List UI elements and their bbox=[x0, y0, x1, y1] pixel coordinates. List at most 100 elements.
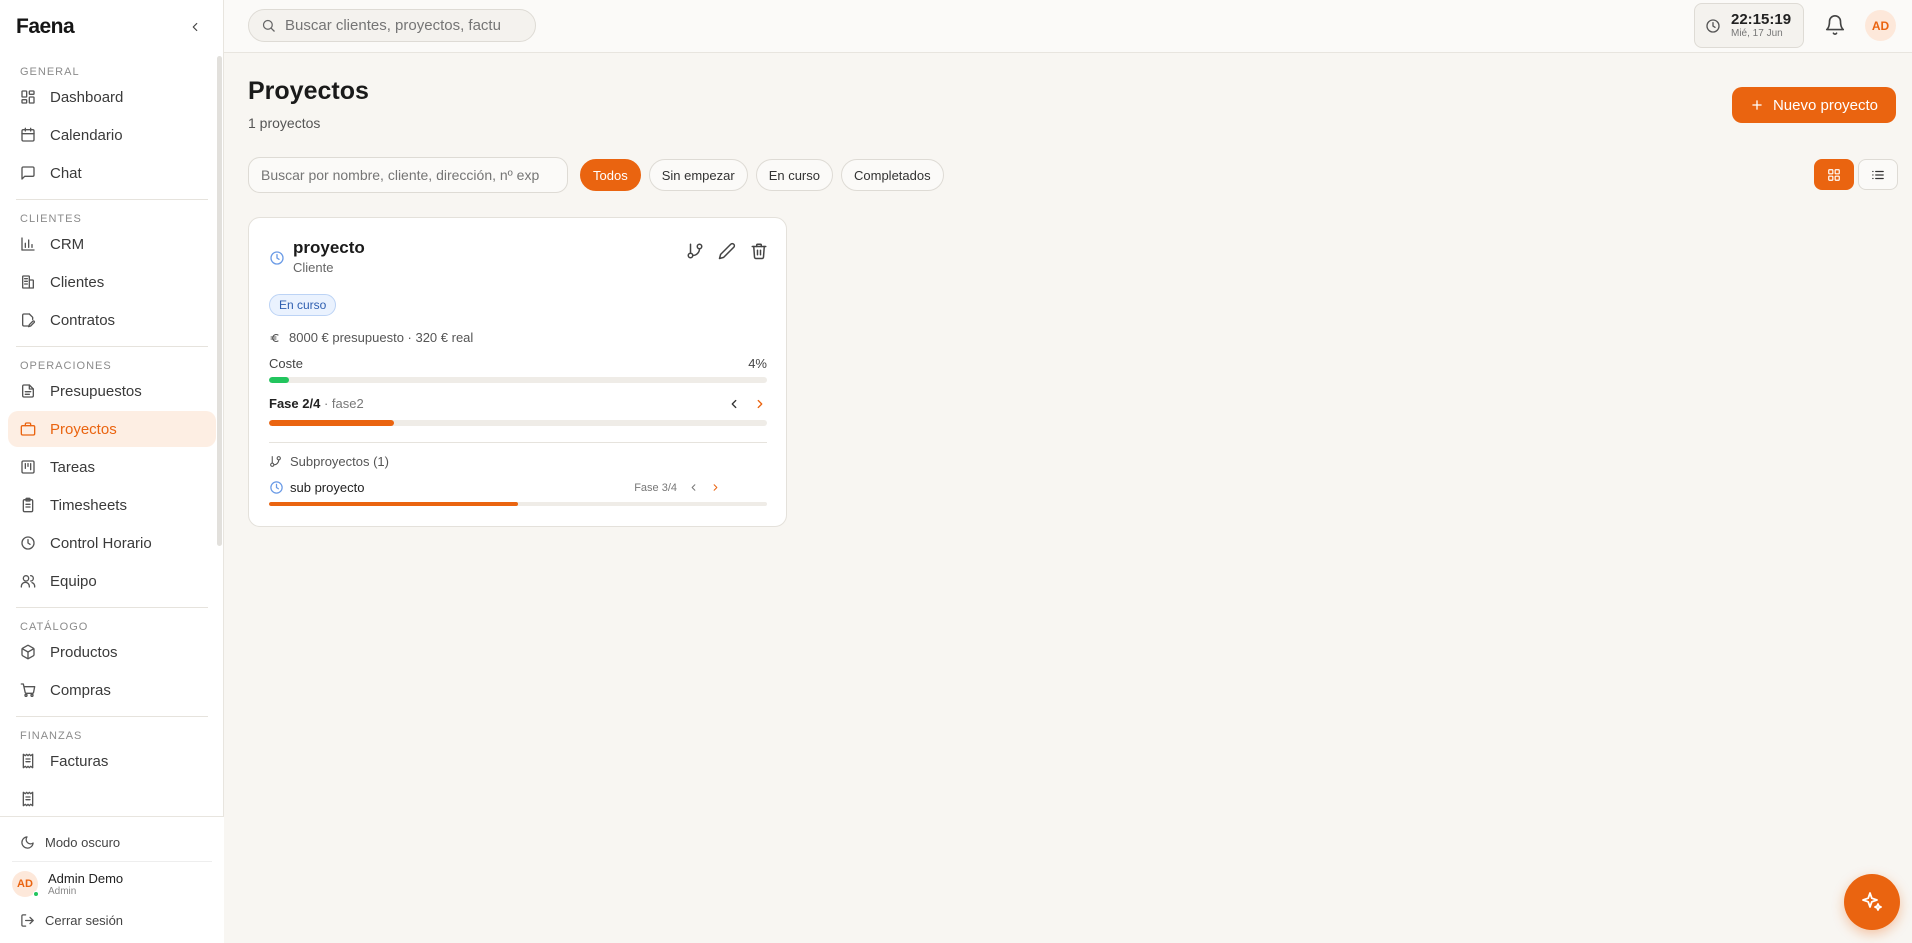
sidebar-item-calendario[interactable]: Calendario bbox=[8, 117, 216, 153]
phase-progress-bar bbox=[269, 420, 767, 426]
chevron-right-icon[interactable] bbox=[710, 482, 721, 493]
subprojects-label: Subproyectos (1) bbox=[290, 454, 389, 469]
global-search[interactable] bbox=[248, 9, 536, 42]
edit-icon[interactable] bbox=[718, 242, 736, 260]
sidebar-divider bbox=[16, 607, 208, 608]
list-view-button[interactable] bbox=[1858, 159, 1898, 190]
sidebar-nav[interactable]: GENERAL Dashboard Calendario Chat CLIENTES CR… bbox=[0, 56, 224, 816]
sidebar-section-label: FINANZAS bbox=[20, 730, 83, 742]
project-header: proyecto Cliente bbox=[269, 238, 365, 275]
sidebar-divider bbox=[16, 346, 208, 347]
project-client: Cliente bbox=[293, 260, 334, 275]
sidebar-item-label: Calendario bbox=[50, 126, 123, 144]
chat-icon bbox=[21, 166, 35, 180]
briefcase-icon bbox=[20, 422, 36, 436]
search-icon bbox=[262, 19, 275, 32]
chevron-left-icon[interactable] bbox=[688, 482, 699, 493]
phase-progress-fill bbox=[269, 420, 394, 426]
phase-info: Fase 2/4 · fase2 bbox=[269, 396, 364, 411]
collapse-sidebar-button[interactable] bbox=[183, 15, 207, 39]
sidebar-item-chat[interactable]: Chat bbox=[8, 155, 216, 191]
clock-widget[interactable]: 22:15:19 Mié, 17 Jun bbox=[1694, 3, 1804, 48]
clock-status-icon bbox=[270, 481, 283, 494]
sidebar-item-equipo[interactable]: Equipo bbox=[8, 563, 216, 599]
sidebar-item-productos[interactable]: Productos bbox=[8, 634, 216, 670]
cost-row: Coste 4% bbox=[269, 356, 767, 371]
sidebar-item-label: Presupuestos bbox=[50, 382, 142, 400]
filter-chip-sin-empezar[interactable]: Sin empezar bbox=[648, 159, 748, 191]
filter-chip-todos[interactable]: Todos bbox=[580, 159, 641, 191]
moon-icon bbox=[21, 835, 34, 849]
sidebar-item-item[interactable] bbox=[8, 781, 216, 816]
git-branch-icon[interactable] bbox=[686, 242, 704, 260]
subproject-phase: Fase 3/4 bbox=[634, 482, 721, 494]
sidebar-item-contratos[interactable]: Contratos bbox=[8, 302, 216, 338]
global-search-input[interactable] bbox=[285, 17, 515, 34]
page-title: Proyectos bbox=[248, 77, 369, 105]
card-divider bbox=[269, 442, 767, 443]
trash-icon[interactable] bbox=[750, 242, 768, 260]
clipboard-icon bbox=[22, 497, 34, 513]
sidebar-item-label: Compras bbox=[50, 681, 111, 699]
phase-nav bbox=[715, 397, 767, 411]
sidebar-item-proyectos[interactable]: Proyectos bbox=[8, 411, 216, 447]
sidebar-item-label: Productos bbox=[50, 643, 118, 661]
package-icon bbox=[21, 644, 35, 660]
user-avatar-button[interactable]: AD bbox=[1865, 10, 1896, 41]
plus-icon bbox=[1752, 100, 1762, 110]
sidebar-nav-list: GENERAL Dashboard Calendario Chat CLIENTES CR… bbox=[0, 56, 224, 816]
sidebar-item-crm[interactable]: CRM bbox=[8, 226, 216, 262]
chevron-left-icon bbox=[192, 22, 198, 31]
sidebar-item-label: CRM bbox=[50, 235, 85, 253]
new-project-button[interactable]: Nuevo proyecto bbox=[1732, 87, 1896, 123]
filter-chip-completados[interactable]: Completados bbox=[841, 159, 944, 191]
sidebar-item-label: Timesheets bbox=[50, 496, 127, 514]
sidebar-scrollbar[interactable] bbox=[217, 56, 222, 546]
sidebar-item-tareas[interactable]: Tareas bbox=[8, 449, 216, 485]
dark-mode-toggle[interactable]: Modo oscuro bbox=[0, 823, 224, 861]
sidebar: Faena GENERAL Dashboard Calendario Chat CLIE… bbox=[0, 0, 224, 943]
git-branch-icon bbox=[270, 456, 281, 467]
receipt-icon bbox=[22, 753, 34, 769]
ai-assistant-button[interactable] bbox=[1844, 874, 1900, 930]
kanban-icon bbox=[21, 460, 35, 474]
project-count: 1 proyectos bbox=[248, 115, 321, 131]
sidebar-item-facturas[interactable]: Facturas bbox=[8, 743, 216, 779]
filter-chip-en-curso[interactable]: En curso bbox=[755, 159, 833, 191]
subproject-info: sub proyecto bbox=[269, 480, 364, 495]
subproject-item[interactable]: sub proyecto Fase 3/4 bbox=[269, 480, 767, 495]
budget-text: 8000 € presupuesto · 320 € real bbox=[289, 330, 474, 345]
contract-icon bbox=[22, 313, 36, 328]
sidebar-section-label: CLIENTES bbox=[20, 213, 82, 225]
cost-progress-bar bbox=[269, 377, 767, 383]
sidebar-item-control-horario[interactable]: Control Horario bbox=[8, 525, 216, 561]
sidebar-item-label: Proyectos bbox=[50, 420, 117, 438]
sidebar-item-compras[interactable]: Compras bbox=[8, 672, 216, 708]
logout-label: Cerrar sesión bbox=[45, 912, 124, 928]
subproject-progress-fill bbox=[269, 502, 518, 506]
sidebar-section: CLIENTES CRM Clientes Contratos bbox=[0, 203, 224, 338]
subproject-name: sub proyecto bbox=[290, 480, 365, 495]
sidebar-section-label: OPERACIONES bbox=[20, 360, 112, 372]
users-icon bbox=[20, 575, 36, 588]
user-profile[interactable]: AD Admin Demo Admin bbox=[12, 861, 212, 905]
document-icon bbox=[22, 384, 34, 398]
brand-logo: Faena bbox=[16, 14, 75, 38]
logout-button[interactable]: Cerrar sesión bbox=[0, 905, 224, 935]
building-icon bbox=[22, 275, 34, 289]
bell-icon[interactable] bbox=[1824, 14, 1846, 36]
sidebar-item-timesheets[interactable]: Timesheets bbox=[8, 487, 216, 523]
clock-status-icon bbox=[270, 251, 284, 265]
sidebar-item-presupuestos[interactable]: Presupuestos bbox=[8, 373, 216, 409]
sidebar-item-clientes[interactable]: Clientes bbox=[8, 264, 216, 300]
chevron-left-icon[interactable] bbox=[727, 397, 741, 411]
chevron-right-icon[interactable] bbox=[753, 397, 767, 411]
sidebar-item-label: Chat bbox=[50, 164, 82, 182]
sidebar-item-dashboard[interactable]: Dashboard bbox=[8, 79, 216, 115]
project-search-input[interactable] bbox=[248, 157, 568, 193]
status-filter-chips: Todos Sin empezar En curso Completados bbox=[580, 159, 952, 191]
grid-view-button[interactable] bbox=[1814, 159, 1854, 190]
cost-progress-fill bbox=[269, 377, 289, 383]
project-card[interactable]: proyecto Cliente En curso 8000 € presupu… bbox=[248, 217, 787, 527]
sidebar-footer: Modo oscuro AD Admin Demo Admin Cerrar s… bbox=[0, 816, 224, 943]
